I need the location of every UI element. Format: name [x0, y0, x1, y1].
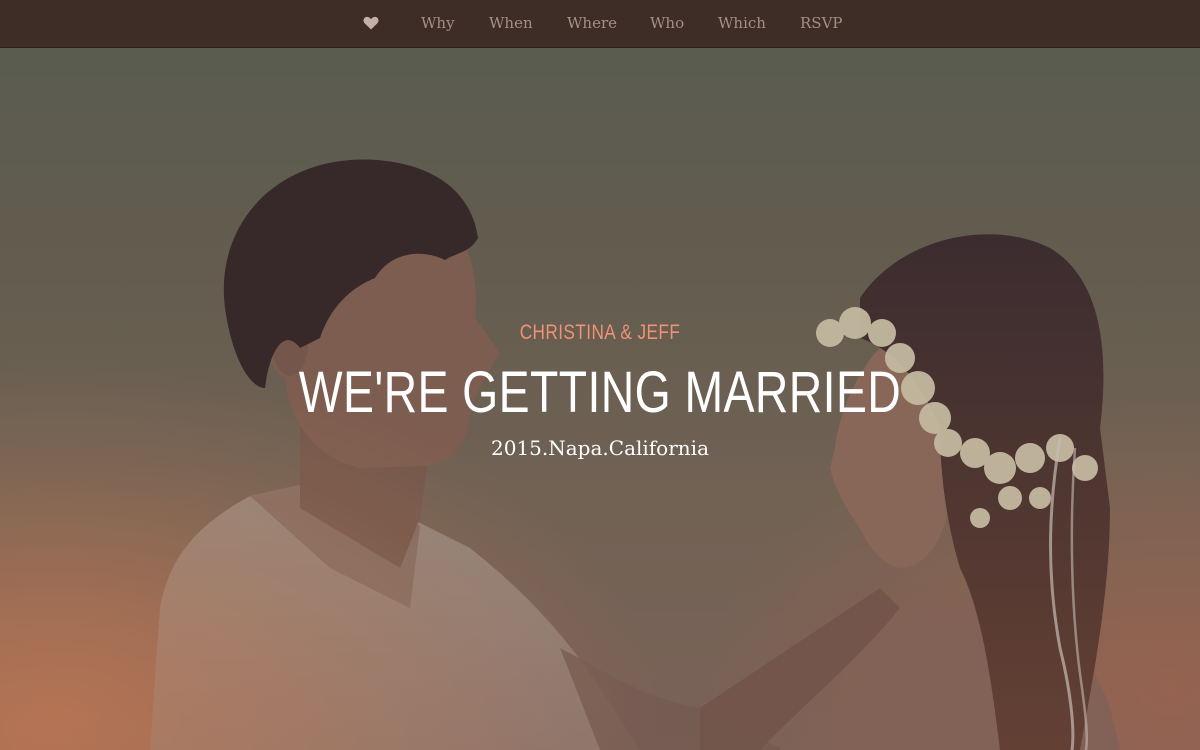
hero-headline: WE'RE GETTING MARRIED	[298, 360, 902, 425]
event-date-location: 2015.Napa.California	[491, 436, 709, 460]
couple-names: CHRISTINA & JEFF	[519, 321, 681, 344]
nav-link-why[interactable]: Why	[421, 0, 455, 47]
nav-link-which[interactable]: Which	[718, 0, 766, 47]
nav-link-who[interactable]: Who	[650, 0, 684, 47]
hero-section: CHRISTINA & JEFF WE'RE GETTING MARRIED 2…	[0, 48, 1200, 750]
nav-link-where[interactable]: Where	[567, 0, 617, 47]
heart-icon[interactable]	[363, 16, 379, 30]
heart-icon-graphic	[363, 16, 379, 30]
nav-link-rsvp[interactable]: RSVP	[800, 0, 843, 47]
top-nav-bar: Why When Where Who Which RSVP	[0, 0, 1200, 48]
nav-link-when[interactable]: When	[489, 0, 533, 47]
